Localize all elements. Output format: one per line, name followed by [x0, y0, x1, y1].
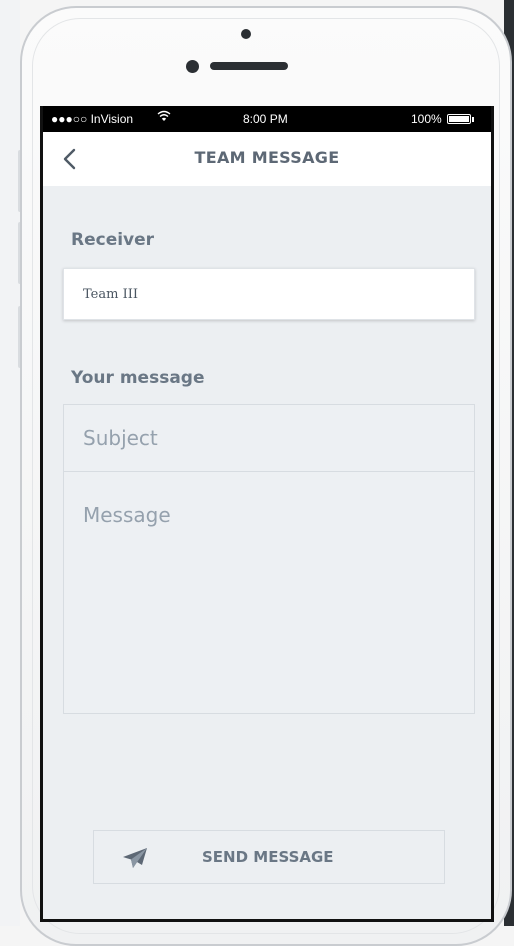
message-textarea[interactable]: Message [64, 472, 474, 713]
proximity-sensor [186, 60, 199, 73]
status-bar: ●●●○○ InVision 8:00 PM 100% [43, 106, 491, 132]
send-message-button[interactable]: SEND MESSAGE [93, 830, 445, 884]
app-screen: ●●●○○ InVision 8:00 PM 100% TEAM MESSAGE… [40, 106, 494, 922]
receiver-input[interactable]: Team III [63, 268, 475, 320]
receiver-label: Receiver [71, 230, 155, 250]
subject-input[interactable]: Subject [64, 405, 474, 472]
your-message-label: Your message [71, 368, 205, 388]
carrier-label: ●●●○○ InVision [51, 112, 134, 126]
message-form: Subject Message [63, 404, 475, 714]
battery-icon [447, 114, 474, 124]
battery-percent: 100% [411, 112, 442, 126]
paper-plane-icon [120, 845, 150, 871]
device-background-left [0, 0, 20, 926]
front-camera [241, 29, 251, 39]
navigation-bar: TEAM MESSAGE [43, 132, 491, 186]
earpiece-speaker [210, 62, 288, 70]
status-time: 8:00 PM [243, 112, 288, 126]
wifi-icon [157, 110, 171, 125]
send-button-label: SEND MESSAGE [202, 848, 334, 866]
page-title: TEAM MESSAGE [194, 148, 340, 167]
